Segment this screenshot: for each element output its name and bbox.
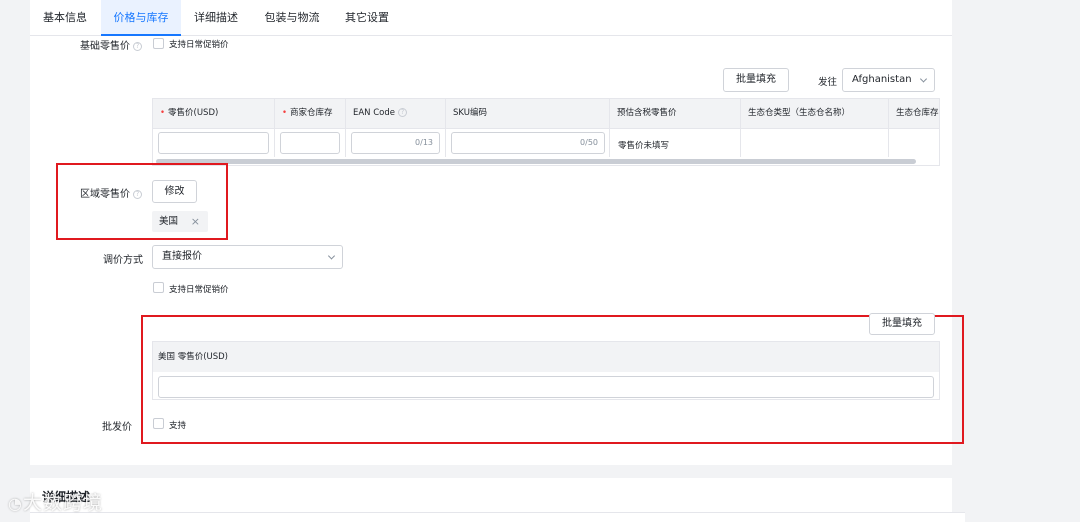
help-icon: ? — [133, 189, 142, 199]
chevron-down-icon — [327, 252, 336, 260]
watermark-logo-icon: ◔ — [8, 494, 23, 513]
wholesale-support-label: 支持 — [169, 421, 187, 431]
promo-label: 支持日常促销价 — [169, 285, 229, 295]
tab-basic-info[interactable]: 基本信息 — [30, 0, 100, 36]
regional-bulk-fill-button[interactable]: 批量填充 — [869, 313, 935, 335]
col-ean-text: EAN Code — [353, 108, 396, 118]
chevron-down-icon — [919, 75, 928, 83]
country-value: Afghanistan — [852, 74, 912, 85]
col-eco-type: 生态仓类型（生态仓名称） — [741, 99, 889, 128]
tab-description[interactable]: 详细描述 — [181, 0, 251, 36]
promo-checkbox[interactable] — [153, 282, 164, 293]
base-price-label-text: 基础零售价 — [80, 41, 130, 52]
help-icon: ? — [133, 41, 142, 51]
tab-other-settings[interactable]: 其它设置 — [332, 0, 402, 36]
country-select[interactable]: Afghanistan — [842, 68, 935, 92]
regional-price-input[interactable] — [158, 376, 934, 398]
tab-price-stock[interactable]: 价格与库存 — [101, 0, 181, 36]
wholesale-label: 批发价 — [102, 422, 132, 433]
regional-price-label-text: 区域零售价 — [80, 189, 130, 200]
help-icon: ? — [398, 108, 408, 117]
col-retail-price: • 零售价(USD) — [153, 99, 275, 128]
regional-price-header: 美国 零售价(USD) — [153, 342, 939, 372]
col-ean: EAN Code? — [346, 99, 446, 128]
section-body — [30, 512, 965, 522]
tab-bar: 基本信息 价格与库存 详细描述 包装与物流 其它设置 — [30, 0, 952, 36]
est-price-value: 零售价未填写 — [618, 141, 670, 151]
regional-price-table: 美国 零售价(USD) — [152, 341, 940, 400]
bulk-fill-button[interactable]: 批量填充 — [723, 68, 789, 92]
watermark: ◔大数跨境 — [8, 488, 103, 515]
col-eco-stock: 生态仓库存 — [889, 99, 939, 128]
regional-price-label: 区域零售价? — [60, 185, 152, 200]
base-price-label: 基础零售价? — [60, 37, 152, 52]
ship-to-label: 发往 — [818, 77, 838, 88]
col-est-price: 预估含税零售价 — [610, 99, 741, 128]
pricing-method-select[interactable]: 直接报价 — [152, 245, 343, 269]
sku-input[interactable]: 0/50 — [451, 132, 605, 154]
col-retail-price-text: 零售价(USD) — [168, 108, 219, 118]
base-promo-checkbox[interactable] — [153, 38, 164, 49]
wholesale-checkbox[interactable] — [153, 418, 164, 429]
close-icon[interactable]: × — [191, 211, 200, 232]
merchant-stock-input[interactable] — [280, 132, 340, 154]
cell-eco-stock — [889, 128, 939, 157]
pricing-method-value: 直接报价 — [162, 251, 202, 262]
ean-input[interactable]: 0/13 — [351, 132, 440, 154]
cell-eco-type — [741, 128, 889, 157]
tab-packaging[interactable]: 包装与物流 — [252, 0, 332, 36]
base-promo-label: 支持日常促销价 — [169, 40, 229, 50]
region-tag-text: 美国 — [159, 216, 179, 227]
col-merchant-stock-text: 商家仓库存 — [290, 108, 333, 118]
region-tag: 美国 × — [152, 211, 208, 232]
table-scrollbar[interactable] — [156, 159, 916, 164]
watermark-text: 大数跨境 — [22, 492, 103, 514]
edit-regional-button[interactable]: 修改 — [152, 180, 197, 203]
col-merchant-stock: • 商家仓库存 — [275, 99, 346, 128]
col-sku: SKU编码 — [446, 99, 610, 128]
pricing-method-label: 调价方式 — [103, 255, 143, 266]
sku-table: • 零售价(USD) • 商家仓库存 EAN Code? SKU编码 预估含税零售价… — [152, 98, 940, 166]
retail-price-input[interactable] — [158, 132, 269, 154]
